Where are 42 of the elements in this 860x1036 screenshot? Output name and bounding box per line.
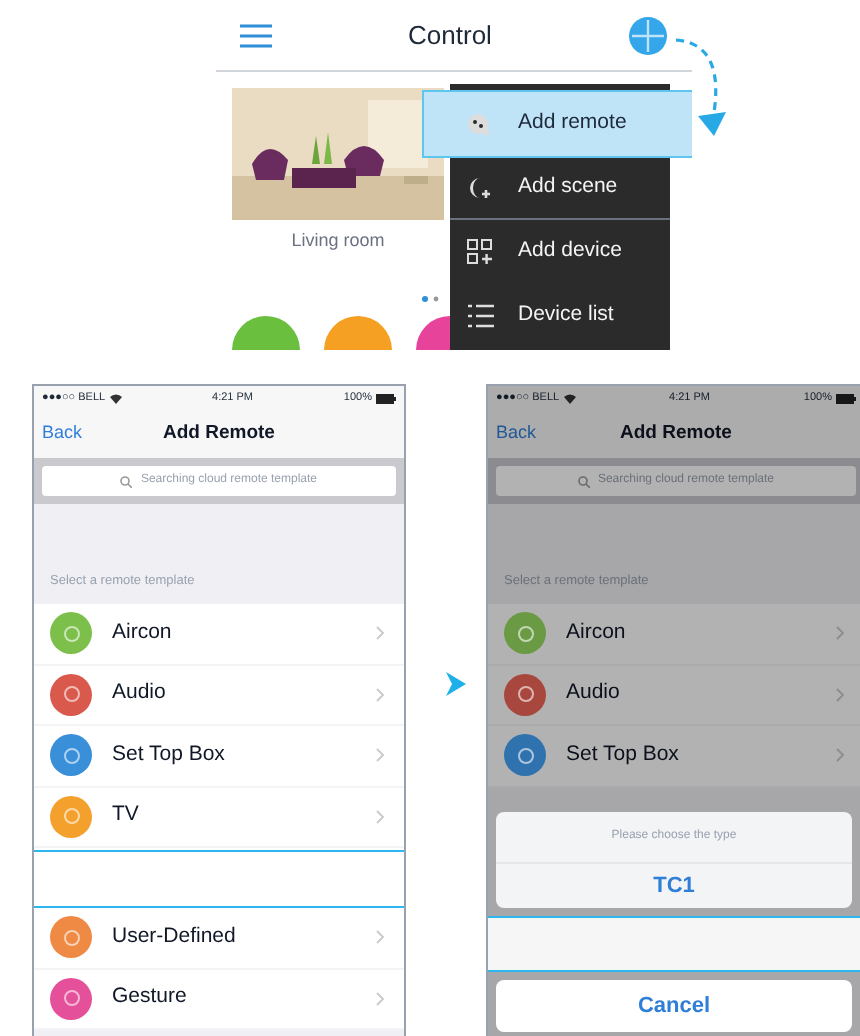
wifi-icon xyxy=(109,393,122,403)
search-icon xyxy=(577,475,590,487)
chevron-icon xyxy=(376,809,384,824)
list-row[interactable]: Set Top Box xyxy=(488,726,860,787)
option-button[interactable]: TC1 xyxy=(496,864,852,908)
chevron-icon xyxy=(376,991,384,1006)
grid-plus-icon xyxy=(466,238,494,266)
list-row[interactable]: Aircon xyxy=(34,604,404,665)
list-row[interactable]: Audio xyxy=(488,665,860,726)
nav-title: Add Remote xyxy=(163,419,275,448)
moon-plus-icon xyxy=(466,173,494,201)
chevron-icon xyxy=(836,748,844,763)
menu-item[interactable]: Add scene xyxy=(450,156,670,220)
remote-plus-icon xyxy=(466,110,494,138)
menu-item[interactable]: Device list xyxy=(450,284,670,348)
room-label: Living room xyxy=(291,228,385,254)
menu-item[interactable]: Add remote xyxy=(424,92,692,156)
search-icon xyxy=(120,475,133,487)
back-button[interactable]: Back xyxy=(42,420,83,448)
battery-icon xyxy=(836,393,856,403)
menu-item[interactable]: Add device xyxy=(450,220,670,284)
cancel-button[interactable]: Cancel xyxy=(496,980,852,1032)
chevron-icon xyxy=(376,930,384,945)
list-row[interactable]: TV xyxy=(34,787,404,848)
battery-icon xyxy=(376,393,396,403)
wifi-icon xyxy=(563,393,576,403)
chevron-icon xyxy=(376,687,384,702)
list-icon xyxy=(466,302,494,330)
chevron-icon xyxy=(376,748,384,763)
list-row[interactable]: Audio xyxy=(34,665,404,726)
list-row[interactable]: Gesture xyxy=(34,969,404,1030)
screen-title: Control xyxy=(408,17,492,54)
nav-title: Add Remote xyxy=(620,419,732,448)
list-row[interactable]: Aircon xyxy=(488,604,860,665)
list-row[interactable]: Set Top Box xyxy=(34,726,404,787)
chevron-icon xyxy=(836,626,844,641)
globe-icon[interactable] xyxy=(627,15,668,55)
list-row[interactable]: User-Defined xyxy=(34,908,404,969)
chevron-icon xyxy=(376,626,384,641)
chevron-icon xyxy=(836,687,844,702)
menu-icon[interactable] xyxy=(240,23,272,47)
chevron-icon xyxy=(446,672,466,696)
